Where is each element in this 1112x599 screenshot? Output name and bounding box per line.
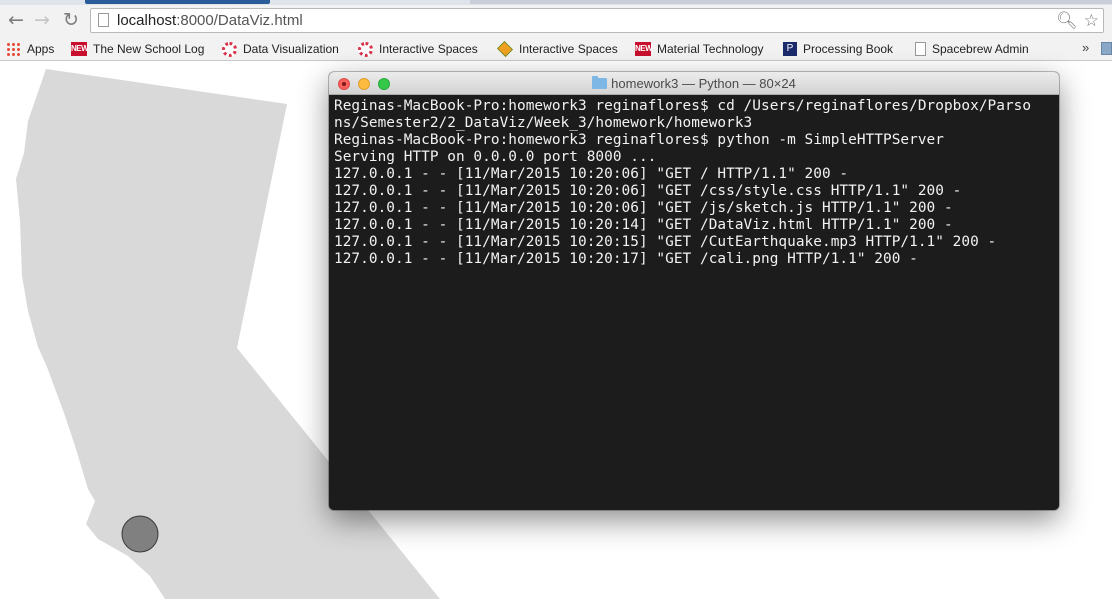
- bookmark-material-technology[interactable]: NEW Material Technology: [635, 40, 764, 58]
- bookmark-label: Data Visualization: [243, 42, 339, 56]
- bookmark-label: Interactive Spaces: [379, 42, 478, 56]
- pbook-icon: P: [783, 42, 797, 56]
- terminal-line: Serving HTTP on 0.0.0.0 port 8000 ...: [334, 149, 657, 165]
- terminal-output[interactable]: Reginas-MacBook-Pro:homework3 reginaflor…: [329, 95, 1059, 510]
- terminal-line: Reginas-MacBook-Pro:homework3 reginaflor…: [334, 98, 1032, 114]
- back-arrow-icon[interactable]: ←: [5, 9, 27, 31]
- minimize-window-button[interactable]: [358, 78, 370, 90]
- newschool-icon: NEW: [635, 42, 653, 56]
- terminal-line: 127.0.0.1 - - [11/Mar/2015 10:20:06] "GE…: [334, 166, 849, 182]
- bookmark-label: Material Technology: [657, 42, 764, 56]
- address-bar[interactable]: localhost:8000/DataViz.html 🔍︎ ☆: [90, 8, 1104, 33]
- browser-window: ← → ↻ localhost:8000/DataViz.html 🔍︎ ☆ A…: [0, 0, 1112, 599]
- bookmark-label: Interactive Spaces: [519, 42, 618, 56]
- browser-toolbar: ← → ↻ localhost:8000/DataViz.html 🔍︎ ☆: [0, 5, 1112, 37]
- terminal-line: ns/Semester2/2_DataViz/Week_3/homework/h…: [334, 115, 753, 131]
- terminal-line: 127.0.0.1 - - [11/Mar/2015 10:20:15] "GE…: [334, 234, 997, 250]
- inactive-tab-indicator[interactable]: [470, 0, 1112, 4]
- bookmark-label: Apps: [27, 42, 55, 56]
- url-path: :8000/DataViz.html: [176, 12, 303, 29]
- bookmarks-bar: Apps NEW The New School Log Data Visuali…: [0, 37, 1112, 61]
- newschool-icon: NEW: [71, 42, 89, 56]
- bookmark-interactive-spaces-2[interactable]: Interactive Spaces: [497, 40, 618, 58]
- bookmark-label: Processing Book: [803, 42, 894, 56]
- ring-icon: [358, 41, 373, 57]
- terminal-line: 127.0.0.1 - - [11/Mar/2015 10:20:17] "GE…: [334, 251, 918, 267]
- bookmarks-overflow-button[interactable]: »: [1082, 40, 1089, 55]
- terminal-line: 127.0.0.1 - - [11/Mar/2015 10:20:06] "GE…: [334, 183, 962, 199]
- ring-icon: [222, 41, 237, 57]
- search-icon[interactable]: 🔍︎: [1056, 11, 1078, 31]
- folder-icon: [592, 76, 608, 89]
- reload-icon[interactable]: ↻: [60, 9, 82, 31]
- bookmark-apps[interactable]: Apps: [6, 40, 54, 58]
- terminal-line: 127.0.0.1 - - [11/Mar/2015 10:20:14] "GE…: [334, 217, 953, 233]
- active-tab-indicator[interactable]: [85, 0, 270, 4]
- bookmark-star-icon[interactable]: ☆: [1084, 11, 1099, 31]
- terminal-title-text: homework3 — Python — 80×24: [611, 76, 796, 91]
- bookmark-processing-book[interactable]: P Processing Book: [783, 40, 893, 58]
- terminal-line: 127.0.0.1 - - [11/Mar/2015 10:20:06] "GE…: [334, 200, 953, 216]
- extension-icon[interactable]: [1101, 42, 1112, 55]
- document-icon: [915, 42, 926, 56]
- url-text[interactable]: localhost:8000/DataViz.html: [117, 11, 303, 31]
- bookmark-label: The New School Log: [93, 42, 205, 56]
- diamond-icon: [497, 41, 513, 57]
- bookmark-new-school[interactable]: NEW The New School Log: [71, 40, 204, 58]
- bookmark-spacebrew-admin[interactable]: Spacebrew Admin: [915, 40, 1029, 58]
- close-window-button[interactable]: [338, 78, 350, 90]
- terminal-window[interactable]: homework3 — Python — 80×24 Reginas-MacBo…: [329, 72, 1059, 510]
- address-bar-actions: 🔍︎ ☆: [1056, 9, 1099, 32]
- bookmark-data-visualization[interactable]: Data Visualization: [222, 40, 339, 58]
- zoom-window-button[interactable]: [378, 78, 390, 90]
- forward-arrow-icon[interactable]: →: [31, 9, 53, 31]
- bookmark-interactive-spaces-1[interactable]: Interactive Spaces: [358, 40, 478, 58]
- terminal-title: homework3 — Python — 80×24: [329, 72, 1059, 95]
- bookmark-label: Spacebrew Admin: [932, 42, 1029, 56]
- url-host: localhost: [117, 12, 177, 29]
- page-icon: [98, 13, 109, 27]
- terminal-line: Reginas-MacBook-Pro:homework3 reginaflor…: [334, 132, 944, 148]
- earthquake-marker[interactable]: [121, 515, 159, 553]
- terminal-title-bar[interactable]: homework3 — Python — 80×24: [329, 72, 1059, 95]
- apps-grid-icon: [6, 41, 21, 57]
